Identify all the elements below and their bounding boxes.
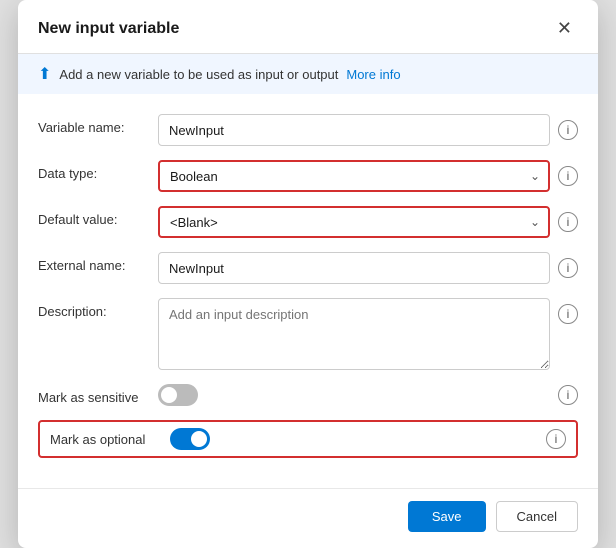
external-name-control: i <box>158 252 578 284</box>
mark-sensitive-slider <box>158 384 198 406</box>
mark-sensitive-label: Mark as sensitive <box>38 384 158 405</box>
data-type-label: Data type: <box>38 160 158 181</box>
data-type-select-wrap: Boolean String Integer Float DateTime ⌄ <box>158 160 550 192</box>
variable-name-row: Variable name: i <box>38 114 578 146</box>
banner-text: Add a new variable to be used as input o… <box>59 67 338 82</box>
cancel-button[interactable]: Cancel <box>496 501 578 532</box>
external-name-row: External name: i <box>38 252 578 284</box>
mark-optional-control: i <box>170 428 566 450</box>
external-name-info-icon: i <box>558 258 578 278</box>
dialog-title: New input variable <box>38 20 179 38</box>
info-banner: ⬆ Add a new variable to be used as input… <box>18 54 598 94</box>
mark-sensitive-control: i <box>158 384 578 406</box>
data-type-row: Data type: Boolean String Integer Float … <box>38 160 578 192</box>
mark-optional-row: Mark as optional i <box>38 420 578 458</box>
mark-optional-slider <box>170 428 210 450</box>
new-input-variable-dialog: New input variable ✕ ⬆ Add a new variabl… <box>18 0 598 548</box>
description-label: Description: <box>38 298 158 319</box>
mark-optional-toggle[interactable] <box>170 428 210 450</box>
data-type-info-icon: i <box>558 166 578 186</box>
description-row: Description: i <box>38 298 578 370</box>
default-value-info-icon: i <box>558 212 578 232</box>
mark-sensitive-toggle[interactable] <box>158 384 198 406</box>
external-name-input[interactable] <box>158 252 550 284</box>
external-name-label: External name: <box>38 252 158 273</box>
mark-optional-toggle-wrap <box>170 428 210 450</box>
description-control: i <box>158 298 578 370</box>
more-info-link[interactable]: More info <box>346 67 400 82</box>
dialog-footer: Save Cancel <box>18 488 598 548</box>
description-input[interactable] <box>158 298 550 370</box>
description-info-icon: i <box>558 304 578 324</box>
mark-optional-info-icon: i <box>546 429 566 449</box>
mark-sensitive-info-icon: i <box>558 385 578 405</box>
default-value-label: Default value: <box>38 206 158 227</box>
variable-name-input[interactable] <box>158 114 550 146</box>
close-button[interactable]: ✕ <box>551 16 578 41</box>
mark-sensitive-toggle-wrap <box>158 384 198 406</box>
dialog-body: Variable name: i Data type: Boolean Stri… <box>18 94 598 488</box>
default-value-select-wrap: <Blank> True False ⌄ <box>158 206 550 238</box>
default-value-row: Default value: <Blank> True False ⌄ i <box>38 206 578 238</box>
upload-icon: ⬆ <box>38 64 51 84</box>
variable-name-label: Variable name: <box>38 114 158 135</box>
data-type-select[interactable]: Boolean String Integer Float DateTime <box>158 160 550 192</box>
mark-optional-label: Mark as optional <box>50 432 170 447</box>
mark-sensitive-row: Mark as sensitive i <box>38 384 578 406</box>
dialog-header: New input variable ✕ <box>18 0 598 54</box>
variable-name-info-icon: i <box>558 120 578 140</box>
save-button[interactable]: Save <box>408 501 486 532</box>
default-value-select[interactable]: <Blank> True False <box>158 206 550 238</box>
default-value-control: <Blank> True False ⌄ i <box>158 206 578 238</box>
variable-name-control: i <box>158 114 578 146</box>
data-type-control: Boolean String Integer Float DateTime ⌄ … <box>158 160 578 192</box>
